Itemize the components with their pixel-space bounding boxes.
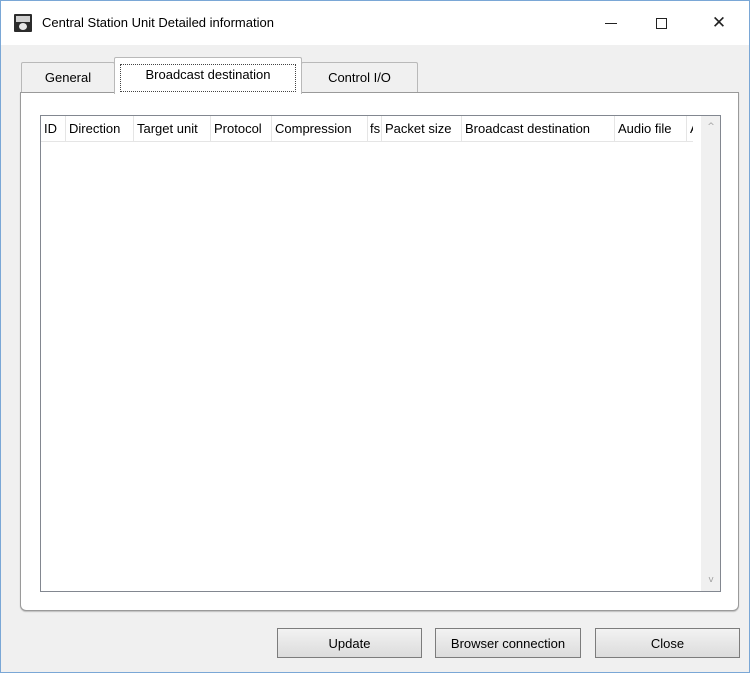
close-window-button[interactable]: ✕	[696, 1, 742, 45]
close-icon: ✕	[711, 12, 727, 33]
column-header-a[interactable]: A	[687, 116, 693, 141]
list-header: ID Direction Target unit Protocol Compre…	[41, 116, 693, 142]
broadcast-list[interactable]: ID Direction Target unit Protocol Compre…	[40, 115, 721, 592]
tab-control-io[interactable]: Control I/O	[301, 62, 418, 92]
title-bar: Central Station Unit Detailed informatio…	[1, 1, 749, 45]
column-header-protocol[interactable]: Protocol	[211, 116, 272, 141]
column-header-broadcast-destination[interactable]: Broadcast destination	[462, 116, 615, 141]
vertical-scrollbar[interactable]: ^ v	[701, 116, 720, 591]
app-icon-speaker	[19, 23, 27, 30]
column-header-id[interactable]: ID	[41, 116, 66, 141]
scroll-up-icon[interactable]: ^	[702, 118, 720, 136]
app-icon	[14, 14, 32, 32]
update-button[interactable]: Update	[277, 628, 422, 658]
detail-window: Central Station Unit Detailed informatio…	[0, 0, 750, 673]
app-icon-screen	[16, 16, 30, 22]
minimize-icon	[605, 22, 617, 24]
scroll-down-icon[interactable]: v	[702, 571, 720, 589]
tab-general[interactable]: General	[21, 62, 115, 92]
column-header-target-unit[interactable]: Target unit	[134, 116, 211, 141]
window-title: Central Station Unit Detailed informatio…	[42, 15, 274, 30]
column-header-packet-size[interactable]: Packet size	[382, 116, 462, 141]
maximize-icon	[655, 17, 667, 29]
tab-control-io-label: Control I/O	[328, 70, 391, 85]
close-button[interactable]: Close	[595, 628, 740, 658]
column-header-audio-file[interactable]: Audio file	[615, 116, 687, 141]
minimize-button[interactable]	[588, 1, 634, 45]
browser-connection-button[interactable]: Browser connection	[435, 628, 581, 658]
tab-broadcast-destination-label: Broadcast destination	[145, 66, 271, 82]
column-header-fs[interactable]: fs	[368, 116, 382, 141]
column-header-direction[interactable]: Direction	[66, 116, 134, 141]
tab-general-label: General	[44, 70, 92, 85]
tab-broadcast-destination[interactable]: Broadcast destination	[114, 57, 302, 94]
column-header-compression[interactable]: Compression	[272, 116, 368, 141]
maximize-button[interactable]	[638, 1, 684, 45]
